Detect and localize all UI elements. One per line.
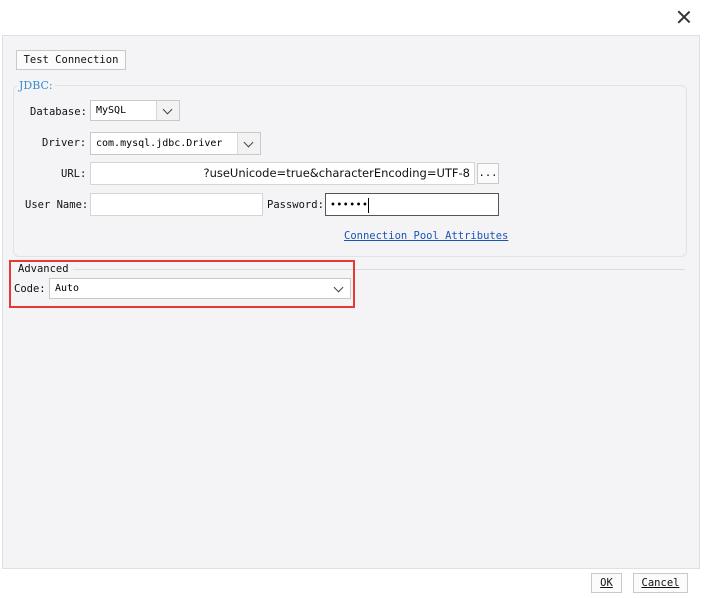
database-label: Database: [30,106,87,118]
driver-select[interactable]: com.mysql.jdbc.Driver [90,132,261,155]
password-label: Password: [267,199,324,211]
chevron-down-icon [237,133,260,154]
url-browse-button[interactable]: ... [477,163,499,184]
url-label: URL: [61,168,87,180]
chevron-down-icon [156,101,179,120]
highlight-box [9,260,355,308]
url-input[interactable]: ?useUnicode=true&characterEncoding=UTF-8 [90,162,475,185]
password-value: •••••• [330,200,369,211]
driver-value: com.mysql.jdbc.Driver [96,138,223,149]
connection-pool-link[interactable]: Connection Pool Attributes [344,230,508,242]
cancel-button[interactable]: Cancel [633,573,688,593]
database-value: MySQL [96,105,127,116]
username-input[interactable] [90,193,263,216]
database-select[interactable]: MySQL [90,100,180,121]
close-icon[interactable] [674,7,694,27]
password-input[interactable]: •••••• [325,193,499,216]
text-caret [368,197,370,213]
driver-label: Driver: [42,137,87,149]
username-label: User Name: [25,199,89,211]
url-value: ?useUnicode=true&characterEncoding=UTF-8 [203,166,470,180]
title-bar [0,0,704,34]
ok-button[interactable]: OK [591,573,622,593]
dialog-body: Test Connection JDBC: Database: MySQL Dr… [2,35,700,569]
jdbc-legend: JDBC: [17,79,55,92]
test-connection-button[interactable]: Test Connection [16,50,126,70]
